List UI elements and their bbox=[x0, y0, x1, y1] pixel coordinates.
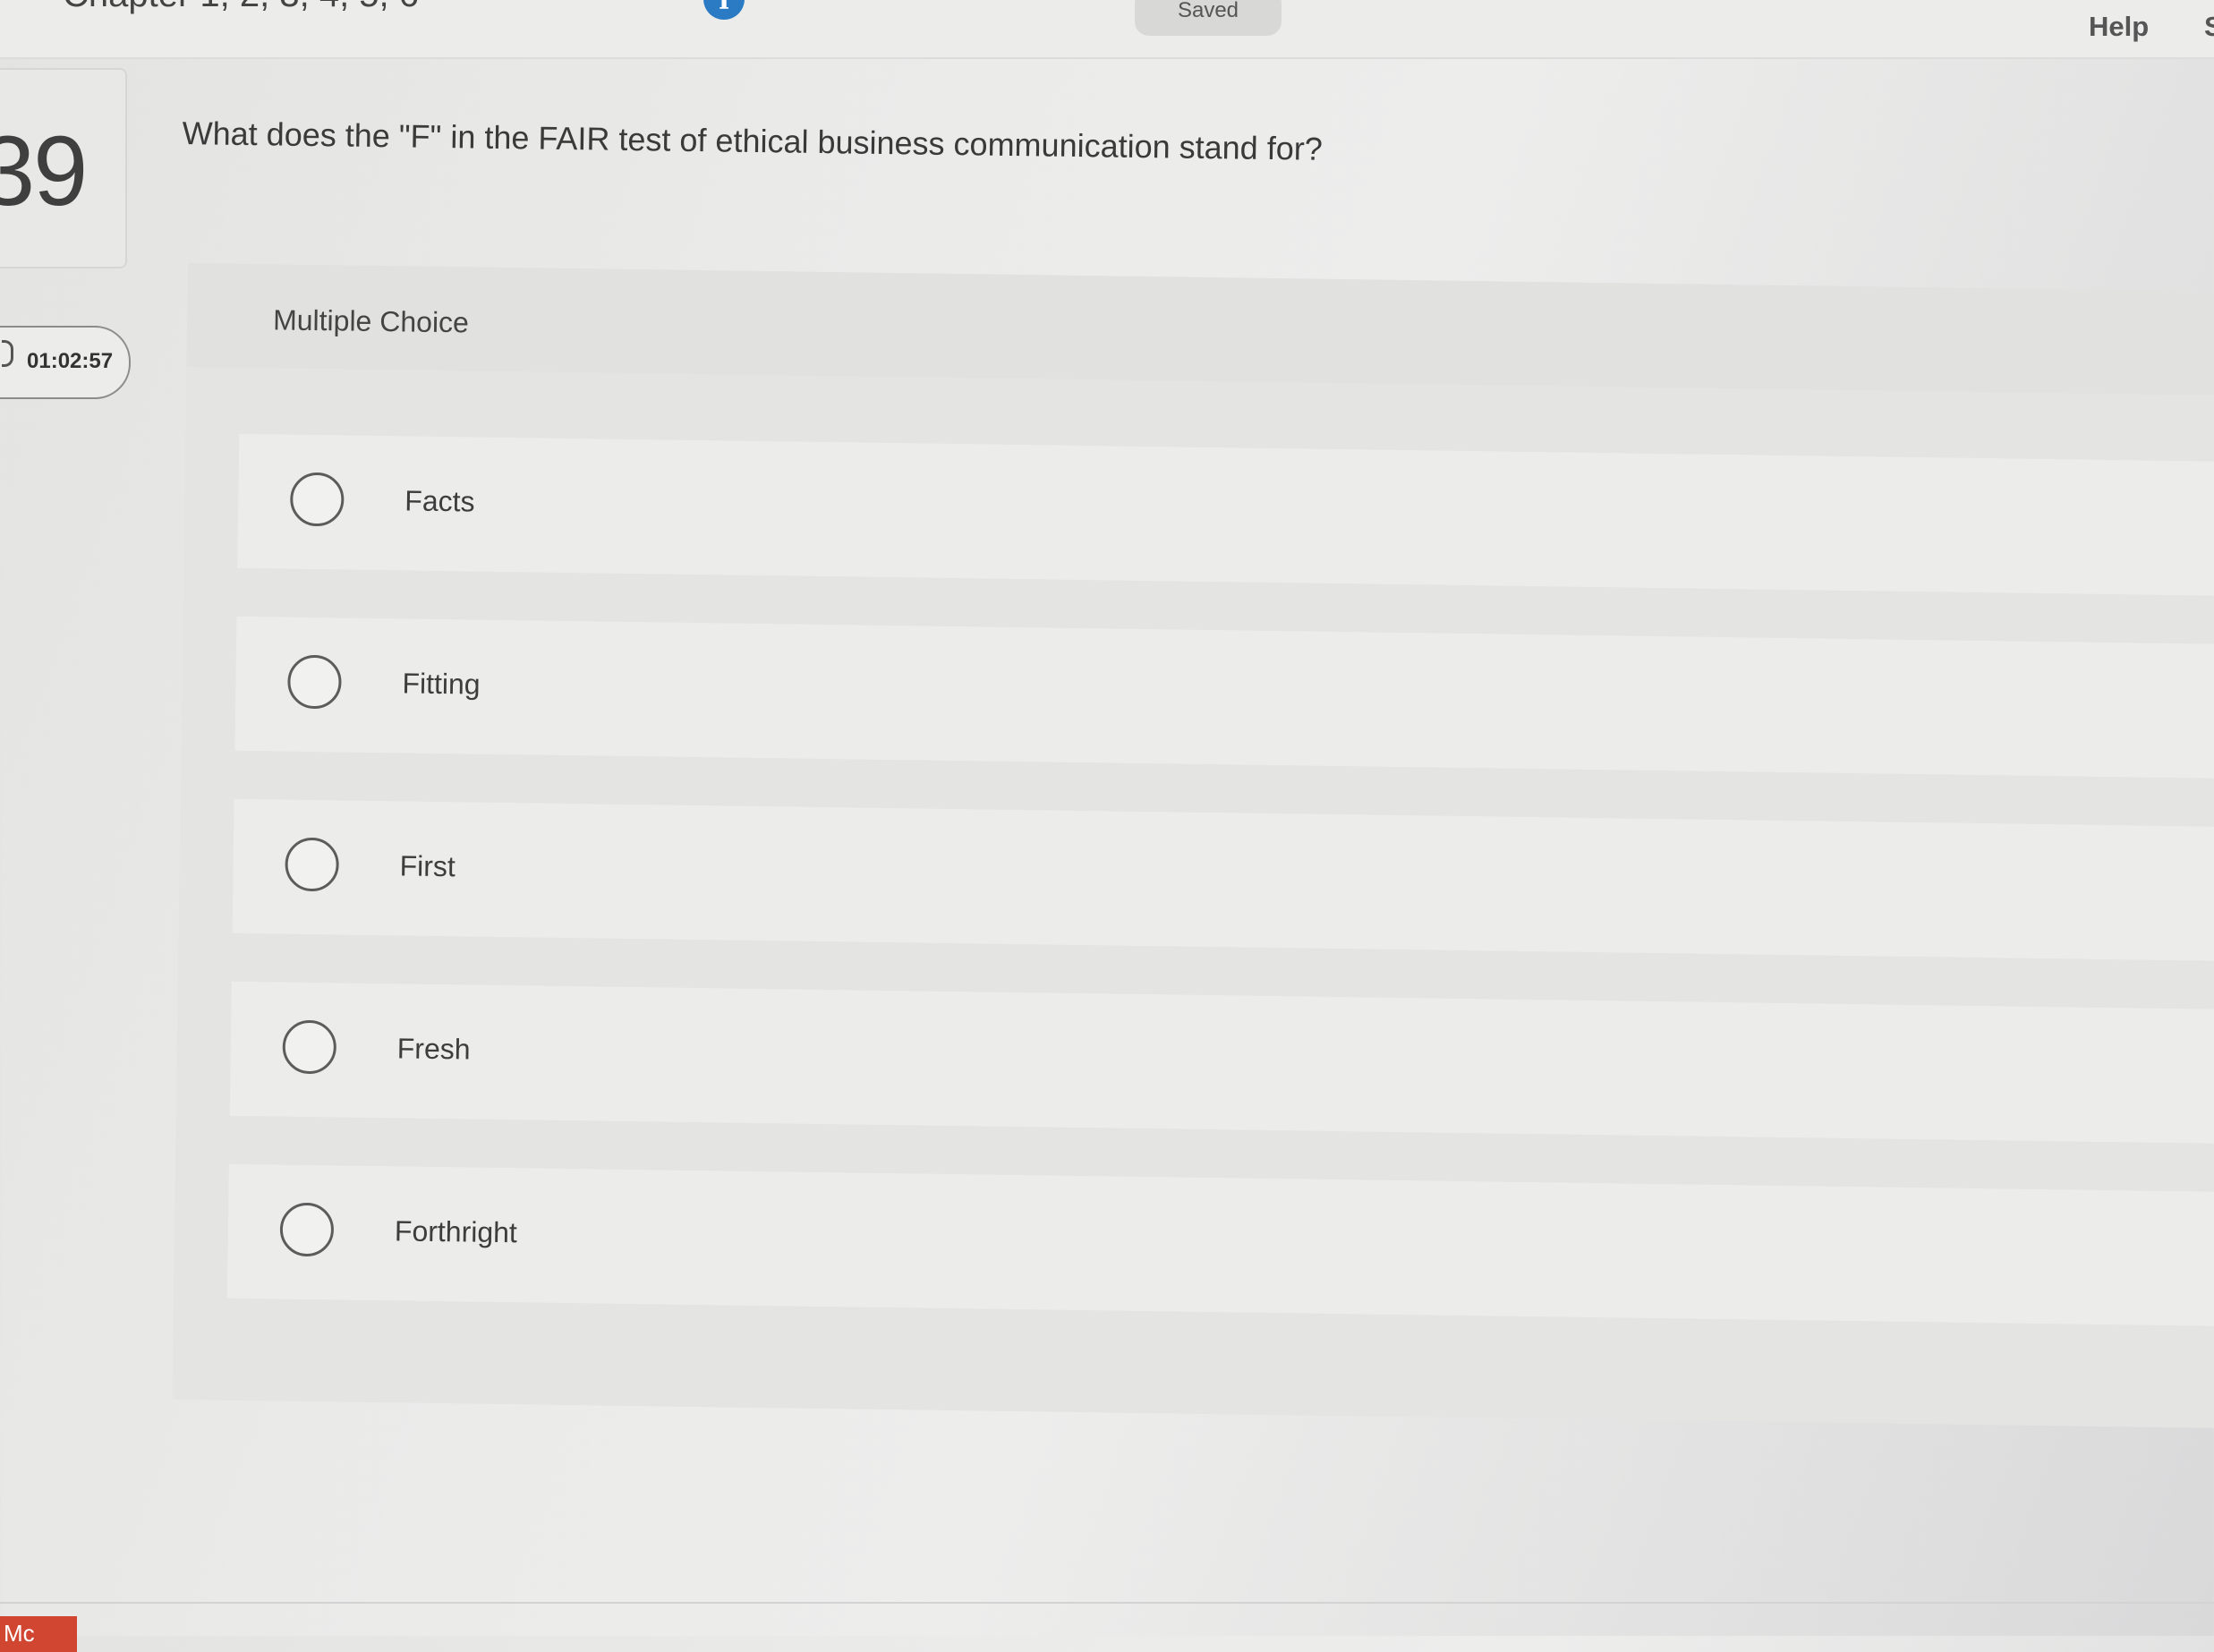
answer-option[interactable]: Fresh bbox=[229, 981, 2214, 1145]
radio-button[interactable] bbox=[287, 654, 342, 710]
radio-button[interactable] bbox=[289, 472, 345, 527]
answer-option[interactable]: Forthright bbox=[226, 1163, 2214, 1327]
assignment-title: Chapter 1, 2, 3, 4, 5, 6 bbox=[63, 0, 419, 15]
radio-button[interactable] bbox=[279, 1202, 335, 1257]
answer-option[interactable]: Fitting bbox=[234, 616, 2214, 779]
answer-option-label[interactable]: Facts bbox=[404, 484, 475, 518]
radio-button[interactable] bbox=[285, 837, 340, 892]
question-text: What does the "F" in the FAIR test of et… bbox=[182, 115, 1324, 167]
answer-panel: Multiple Choice Facts Fitting First Fres… bbox=[172, 263, 2214, 1428]
clock-icon bbox=[2, 340, 13, 367]
answer-option-label[interactable]: Fresh bbox=[397, 1032, 471, 1066]
timer-text: 01:02:57 bbox=[27, 349, 114, 373]
header-extra-link[interactable]: S bbox=[2204, 11, 2214, 43]
question-type-header: Multiple Choice bbox=[186, 263, 2214, 396]
info-icon[interactable]: i bbox=[703, 0, 745, 20]
saved-status-badge: Saved bbox=[1135, 0, 1282, 36]
answer-options: Facts Fitting First Fresh Forthright bbox=[226, 433, 2214, 1375]
radio-button[interactable] bbox=[282, 1019, 337, 1075]
answer-option-label[interactable]: Forthright bbox=[395, 1214, 517, 1249]
footer-divider bbox=[0, 1602, 2214, 1604]
publisher-logo[interactable]: Mc bbox=[0, 1616, 77, 1652]
timer: 01:02:57 bbox=[0, 326, 131, 399]
top-bar: Chapter 1, 2, 3, 4, 5, 6 i Saved Help S bbox=[0, 0, 2214, 59]
question-type-label: Multiple Choice bbox=[272, 303, 470, 339]
answer-option-label[interactable]: First bbox=[399, 849, 456, 883]
answer-option[interactable]: First bbox=[232, 798, 2214, 962]
answer-option-label[interactable]: Fitting bbox=[402, 667, 481, 701]
help-link[interactable]: Help bbox=[2089, 11, 2149, 43]
question-number: 39 bbox=[0, 116, 88, 226]
answer-option[interactable]: Facts bbox=[237, 433, 2214, 597]
